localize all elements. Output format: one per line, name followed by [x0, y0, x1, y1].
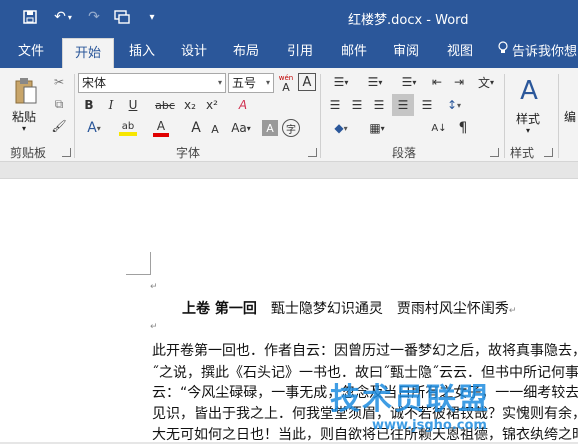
- strikethrough-button[interactable]: abc: [152, 96, 178, 114]
- tab-design[interactable]: 设计: [174, 36, 214, 68]
- styles-icon[interactable]: A: [512, 74, 546, 108]
- align-left-icon[interactable]: ☰: [326, 96, 344, 114]
- watermark-url: www.jsgho.com: [372, 418, 487, 433]
- shrink-font-icon[interactable]: A: [206, 120, 224, 138]
- window-title: 红楼梦.docx - Word: [348, 13, 469, 28]
- ribbon-tabs: 文件 开始 插入 设计 布局 引用 邮件 审阅 视图 告诉我你想: [0, 36, 578, 68]
- touch-mode-icon[interactable]: [110, 6, 134, 28]
- paragraph-group-label: 段落: [392, 146, 417, 160]
- character-shading-icon[interactable]: A: [262, 120, 278, 136]
- tab-layout[interactable]: 布局: [226, 36, 266, 68]
- italic-button[interactable]: I: [102, 96, 120, 114]
- text-effects-icon[interactable]: A ▾: [80, 118, 108, 138]
- watermark-logo: 技术员联盟: [330, 382, 490, 417]
- subscript-button[interactable]: x₂: [180, 96, 200, 114]
- align-center-icon[interactable]: ☰: [348, 96, 366, 114]
- change-case-icon[interactable]: Aa ▾: [226, 118, 256, 138]
- group-separator: [320, 74, 321, 158]
- paste-icon[interactable]: [12, 76, 40, 106]
- phonetic-guide-icon[interactable]: wén A: [276, 71, 296, 95]
- page-top-edge: [0, 178, 578, 179]
- group-separator: [504, 74, 505, 158]
- align-right-icon[interactable]: ☰: [370, 96, 388, 114]
- highlight-color-icon[interactable]: ab: [112, 118, 144, 138]
- tab-home[interactable]: 开始: [62, 38, 114, 68]
- line-spacing-icon[interactable]: ↕ ▾: [440, 96, 468, 114]
- tell-me-box[interactable]: 告诉我你想: [498, 36, 578, 68]
- show-marks-icon[interactable]: ¶: [454, 118, 472, 138]
- enclose-characters-icon[interactable]: 字: [282, 119, 300, 137]
- font-color-icon[interactable]: A: [146, 118, 176, 138]
- bold-button[interactable]: B: [80, 96, 98, 114]
- superscript-button[interactable]: x²: [202, 96, 222, 114]
- font-group-label: 字体: [176, 146, 201, 160]
- format-painter-icon[interactable]: 🖌: [50, 117, 68, 135]
- redo-icon[interactable]: ↷: [82, 6, 106, 28]
- clear-formatting-icon[interactable]: A: [232, 95, 254, 115]
- paragraph-mark: ↵: [150, 282, 158, 292]
- paste-dropdown[interactable]: ▾: [22, 124, 26, 133]
- cut-icon[interactable]: ✂: [50, 73, 68, 91]
- margin-corner-mark: [126, 252, 151, 275]
- justify-icon[interactable]: ☰: [392, 94, 414, 116]
- styles-button[interactable]: 样式: [516, 110, 540, 127]
- paste-label[interactable]: 粘贴: [12, 108, 36, 125]
- tab-mailings[interactable]: 邮件: [334, 36, 374, 68]
- tab-file[interactable]: 文件: [8, 36, 54, 68]
- font-launcher-icon[interactable]: [308, 148, 317, 157]
- body-line[interactable]: 此开卷第一回也．作者自云：因曾历过一番梦幻之后，故将真事隐去，: [152, 340, 578, 360]
- tab-review[interactable]: 审阅: [386, 36, 426, 68]
- styles-dropdown[interactable]: ▾: [526, 126, 530, 135]
- increase-indent-icon[interactable]: ⇥: [450, 73, 468, 91]
- font-name-combo[interactable]: 宋体 ▾: [78, 73, 226, 93]
- chinese-layout-icon[interactable]: 文 ▾: [472, 73, 500, 91]
- chapter-heading[interactable]: 上卷 第一回 甄士隐梦幻识通灵 贾雨村风尘怀闺秀↵: [182, 298, 516, 318]
- borders-icon[interactable]: ▦ ▾: [362, 118, 392, 138]
- paragraph-mark: ↵: [150, 322, 158, 332]
- font-size-combo[interactable]: 五号 ▾: [228, 73, 274, 93]
- undo-icon[interactable]: ↶ ▾: [48, 6, 78, 28]
- group-separator: [558, 74, 559, 158]
- body-line[interactable]: 大无可如何之日也！当此，则自欲将已往所赖天恩祖德，锦衣纨绔之时: [152, 424, 578, 444]
- underline-button[interactable]: U: [124, 96, 142, 114]
- shading-icon[interactable]: ◆ ▾: [326, 118, 356, 138]
- ribbon-home: 粘贴 ▾ ✂ ⧉ 🖌 剪贴板 宋体 ▾ 五号 ▾ wén A A B I U abc …: [0, 68, 578, 162]
- decrease-indent-icon[interactable]: ⇤: [428, 73, 446, 91]
- sort-icon[interactable]: A↓: [428, 118, 450, 138]
- clipboard-launcher-icon[interactable]: [62, 148, 71, 157]
- grow-font-icon[interactable]: A: [186, 118, 206, 138]
- styles-launcher-icon[interactable]: [544, 148, 553, 157]
- customize-icon[interactable]: ▾: [140, 6, 164, 28]
- group-separator: [74, 74, 75, 158]
- lightbulb-icon: [498, 36, 508, 68]
- numbering-icon[interactable]: ☰ ▾: [360, 73, 390, 91]
- title-bar: ↶ ▾ ↷ ▾ 红楼梦.docx - Word: [0, 0, 578, 36]
- tab-insert[interactable]: 插入: [122, 36, 162, 68]
- tab-view[interactable]: 视图: [440, 36, 480, 68]
- distributed-icon[interactable]: ☰: [418, 96, 436, 114]
- bullets-icon[interactable]: ☰ ▾: [326, 73, 356, 91]
- editing-button[interactable]: 编: [564, 108, 576, 125]
- multilevel-list-icon[interactable]: ☰ ▾: [394, 73, 424, 91]
- paragraph-launcher-icon[interactable]: [490, 148, 499, 157]
- character-border-icon[interactable]: A: [298, 73, 316, 91]
- highlight-color-swatch: [119, 131, 137, 136]
- clipboard-group-label: 剪贴板: [10, 146, 47, 160]
- save-icon[interactable]: [18, 6, 42, 28]
- tab-references[interactable]: 引用: [280, 36, 320, 68]
- copy-icon[interactable]: ⧉: [50, 95, 68, 113]
- styles-group-label: 样式: [510, 146, 535, 160]
- font-color-swatch: [153, 133, 169, 137]
